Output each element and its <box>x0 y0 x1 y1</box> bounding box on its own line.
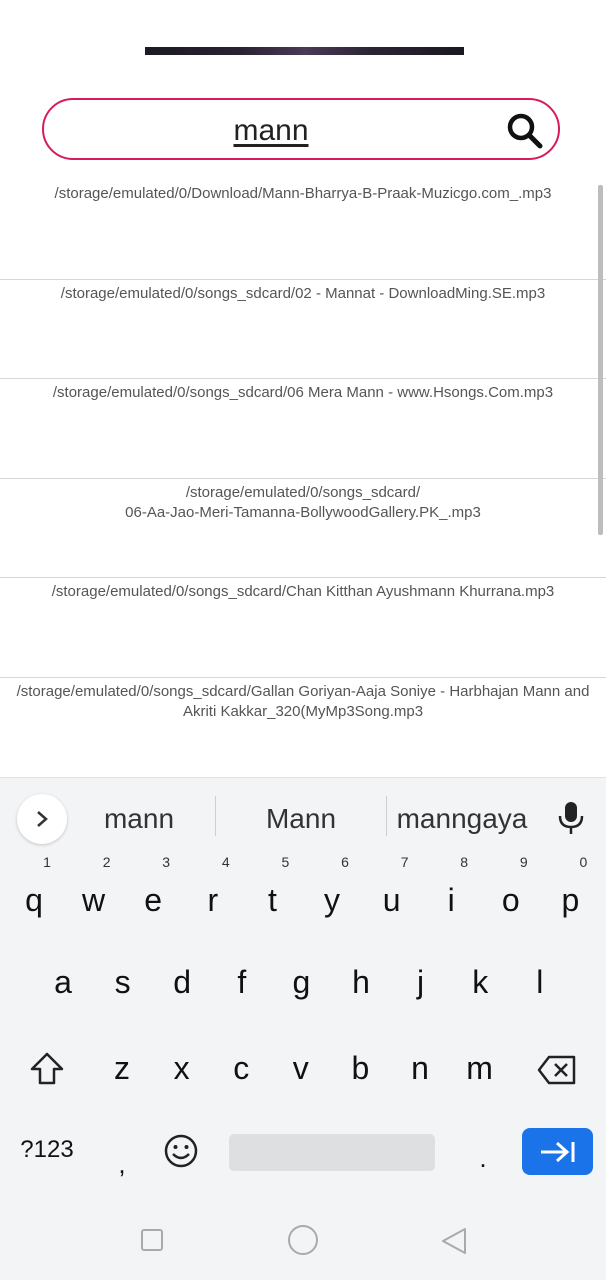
list-item[interactable]: /storage/emulated/0/songs_sdcard/ 06-Aa-… <box>0 479 606 578</box>
keyboard: mann Mann manngaya ?123 , . q 1 w 2 e 3 … <box>0 777 606 1201</box>
key-g[interactable]: g <box>276 962 326 1002</box>
triangle-back-icon[interactable] <box>440 1226 468 1256</box>
emoji-icon[interactable] <box>163 1133 199 1169</box>
header-image <box>145 47 464 55</box>
search-icon[interactable] <box>504 110 546 152</box>
key-n[interactable]: n <box>395 1048 445 1088</box>
key-b[interactable]: b <box>335 1048 385 1088</box>
key-e[interactable]: e <box>128 880 178 920</box>
list-item[interactable]: /storage/emulated/0/songs_sdcard/Gallan … <box>0 678 606 778</box>
key-hint: 9 <box>519 854 528 870</box>
key-a[interactable]: a <box>38 962 88 1002</box>
key-l[interactable]: l <box>515 962 565 1002</box>
key-hint: 3 <box>162 854 171 870</box>
key-d[interactable]: d <box>157 962 207 1002</box>
suggestion-bar: mann Mann manngaya <box>0 778 606 856</box>
key-o[interactable]: o <box>486 880 536 920</box>
period-key[interactable]: . <box>458 1138 508 1178</box>
key-z[interactable]: z <box>97 1048 147 1088</box>
list-item[interactable]: /storage/emulated/0/songs_sdcard/06 Mera… <box>0 379 606 479</box>
suggestion-3[interactable]: manngaya <box>392 802 532 836</box>
space-key[interactable] <box>229 1134 435 1171</box>
key-hint: 0 <box>579 854 588 870</box>
list-item[interactable]: /storage/emulated/0/songs_sdcard/02 - Ma… <box>0 280 606 379</box>
key-v[interactable]: v <box>276 1048 326 1088</box>
key-i[interactable]: i <box>426 880 476 920</box>
key-m[interactable]: m <box>455 1048 505 1088</box>
key-f[interactable]: f <box>217 962 267 1002</box>
backspace-icon[interactable] <box>537 1054 577 1086</box>
file-path: /storage/emulated/0/songs_sdcard/Chan Ki… <box>51 583 555 600</box>
next-button[interactable] <box>522 1128 593 1175</box>
suggestion-divider <box>386 796 387 836</box>
suggestion-2[interactable]: Mann <box>240 802 362 836</box>
key-w[interactable]: w <box>69 880 119 920</box>
list-item[interactable]: /storage/emulated/0/songs_sdcard/Chan Ki… <box>0 578 606 678</box>
next-arrow-icon <box>541 1141 575 1163</box>
key-r[interactable]: r <box>188 880 238 920</box>
scrollbar[interactable] <box>598 185 603 535</box>
key-hint: 8 <box>460 854 469 870</box>
key-j[interactable]: j <box>396 962 446 1002</box>
results-list: /storage/emulated/0/Download/Mann-Bharry… <box>0 180 606 777</box>
key-hint: 7 <box>400 854 409 870</box>
chevron-right-icon <box>37 811 48 827</box>
file-path: /storage/emulated/0/songs_sdcard/ 06-Aa-… <box>125 483 481 521</box>
key-s[interactable]: s <box>98 962 148 1002</box>
key-c[interactable]: c <box>216 1048 266 1088</box>
file-path: /storage/emulated/0/songs_sdcard/Gallan … <box>16 682 590 720</box>
navigation-bar <box>0 1200 606 1280</box>
key-p[interactable]: p <box>545 880 595 920</box>
shift-icon[interactable] <box>28 1050 66 1088</box>
symbols-key[interactable]: ?123 <box>14 1136 80 1164</box>
key-y[interactable]: y <box>307 880 357 920</box>
key-h[interactable]: h <box>336 962 386 1002</box>
key-hint: 2 <box>102 854 111 870</box>
key-t[interactable]: t <box>247 880 297 920</box>
search-input[interactable]: mann <box>44 114 498 148</box>
key-hint: 4 <box>221 854 230 870</box>
expand-button[interactable] <box>17 794 67 844</box>
key-hint: 5 <box>281 854 290 870</box>
microphone-icon[interactable] <box>556 800 586 836</box>
key-u[interactable]: u <box>367 880 417 920</box>
key-q[interactable]: q <box>9 880 59 920</box>
circle-icon[interactable] <box>287 1224 319 1256</box>
file-path: /storage/emulated/0/songs_sdcard/02 - Ma… <box>60 284 546 302</box>
file-path: /storage/emulated/0/Download/Mann-Bharry… <box>54 185 552 202</box>
suggestion-divider <box>215 796 216 836</box>
list-item[interactable]: /storage/emulated/0/Download/Mann-Bharry… <box>0 180 606 280</box>
app-screen: mann /storage/emulated/0/Download/Mann-B… <box>0 0 606 1280</box>
key-k[interactable]: k <box>455 962 505 1002</box>
search-box[interactable]: mann <box>42 98 560 160</box>
file-path: /storage/emulated/0/songs_sdcard/06 Mera… <box>52 384 554 401</box>
suggestion-1[interactable]: mann <box>80 802 198 836</box>
square-icon[interactable] <box>140 1228 164 1252</box>
key-hint: 1 <box>43 854 51 870</box>
comma-key[interactable]: , <box>97 1144 147 1184</box>
key-x[interactable]: x <box>157 1048 207 1088</box>
key-hint: 6 <box>341 854 349 870</box>
